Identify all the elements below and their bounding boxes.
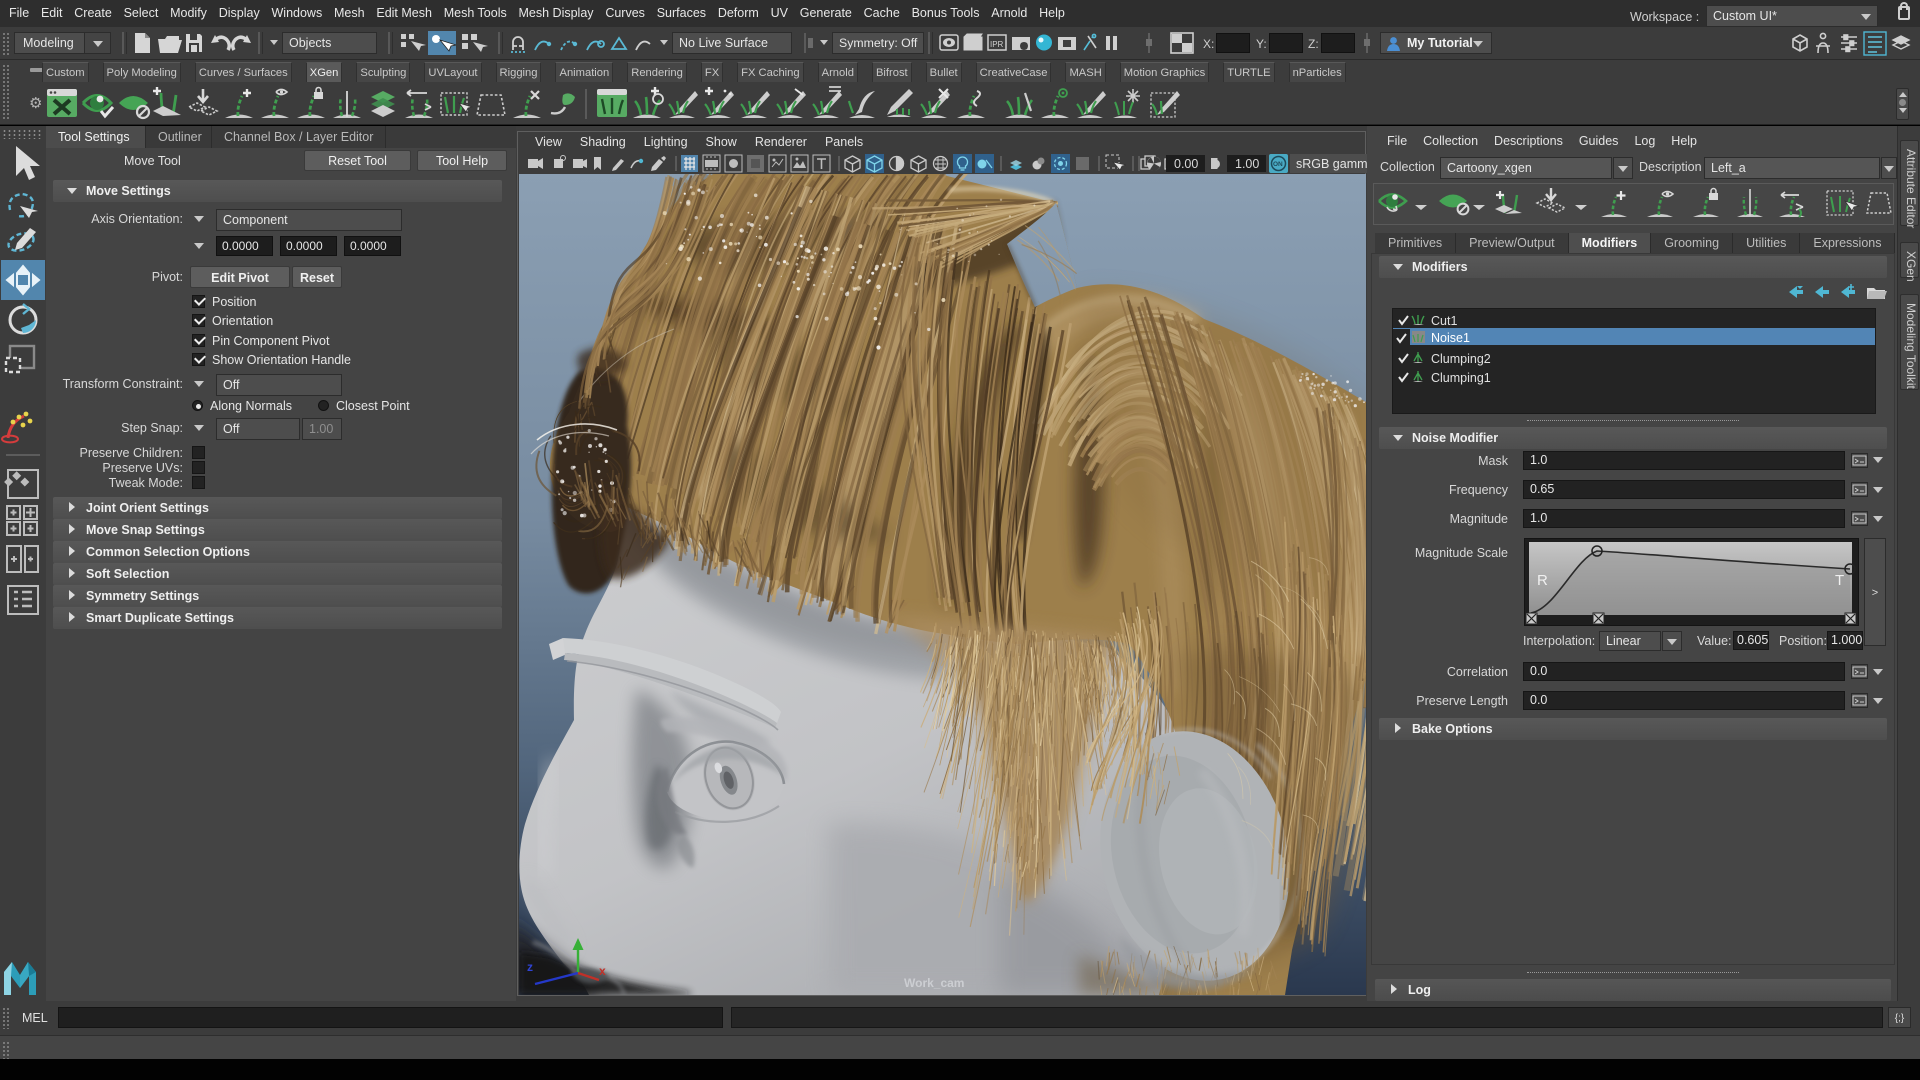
svg-text:Cut1: Cut1 bbox=[1431, 314, 1457, 328]
svg-text:Noise1: Noise1 bbox=[1431, 331, 1470, 345]
svg-text:R: R bbox=[1537, 572, 1548, 589]
svg-text:Clumping1: Clumping1 bbox=[1431, 371, 1491, 385]
svg-text:IPR: IPR bbox=[990, 40, 1004, 49]
svg-text:Work_cam: Work_cam bbox=[904, 976, 964, 990]
svg-text:sRGB gamma: sRGB gamma bbox=[1296, 157, 1367, 171]
svg-text:0.00: 0.00 bbox=[1174, 157, 1198, 171]
svg-text:1.00: 1.00 bbox=[1235, 157, 1259, 171]
svg-text:T: T bbox=[1835, 572, 1844, 589]
svg-text:x: x bbox=[599, 964, 606, 978]
svg-text:Clumping2: Clumping2 bbox=[1431, 352, 1491, 366]
svg-text:ON: ON bbox=[1273, 161, 1283, 168]
svg-text:z: z bbox=[527, 960, 533, 974]
